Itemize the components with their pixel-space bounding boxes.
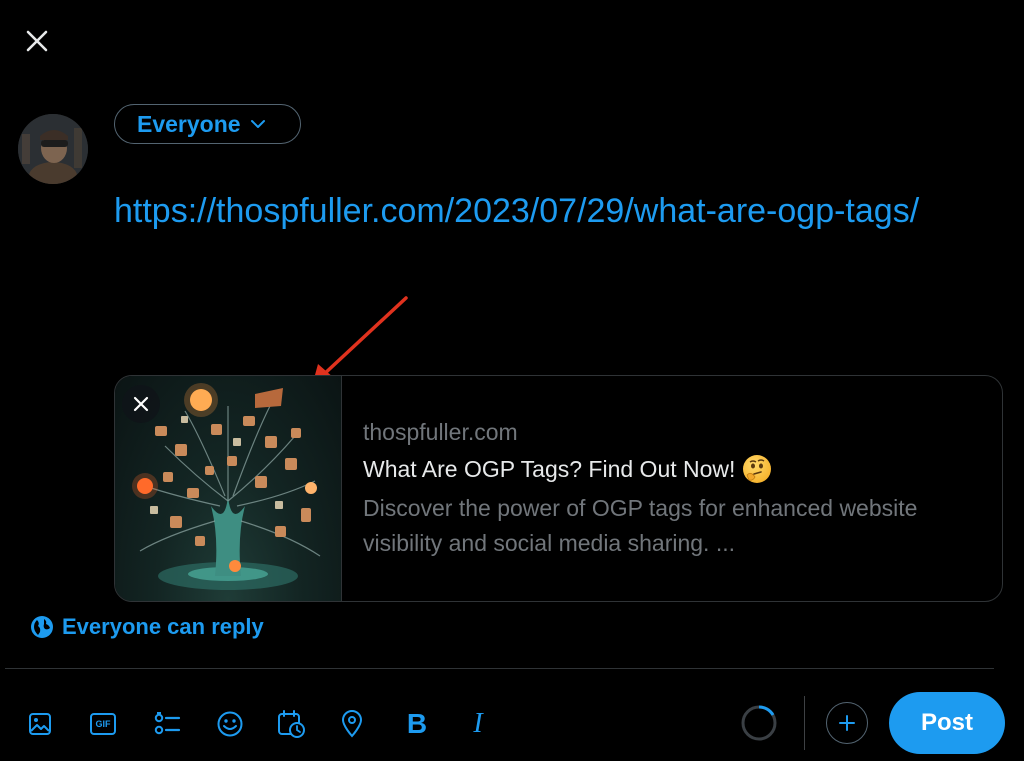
card-thumbnail (115, 376, 342, 601)
card-description: Discover the power of OGP tags for enhan… (363, 495, 918, 556)
schedule-button[interactable] (271, 704, 311, 744)
toolbar-separator (804, 696, 805, 750)
location-icon (341, 710, 363, 738)
chevron-down-icon (250, 120, 265, 128)
thinking-face-icon (743, 455, 772, 483)
schedule-icon (278, 710, 305, 738)
card-title: What Are OGP Tags? Find Out Now! (363, 455, 736, 482)
link-preview-card[interactable]: thospfuller.com What Are OGP Tags? Find … (114, 375, 1003, 602)
media-button[interactable] (20, 704, 60, 744)
compose-textarea[interactable]: https://thospfuller.com/2023/07/29/what-… (114, 190, 974, 233)
card-title-row: What Are OGP Tags? Find Out Now! (363, 455, 933, 483)
character-counter (740, 704, 778, 742)
audience-label: Everyone (137, 110, 241, 137)
poll-button[interactable] (147, 704, 187, 744)
remove-card-button[interactable] (122, 385, 160, 423)
reply-setting-button[interactable]: Everyone can reply (30, 614, 264, 640)
close-icon (26, 30, 48, 52)
close-button[interactable] (18, 22, 56, 60)
bold-icon: B (406, 708, 428, 739)
poll-icon (154, 712, 181, 735)
gif-button[interactable]: GIF (83, 704, 123, 744)
add-post-button[interactable] (826, 702, 868, 744)
bold-button[interactable]: B (397, 704, 437, 744)
avatar-image (18, 114, 88, 184)
post-button[interactable]: Post (889, 692, 1005, 754)
close-icon (133, 396, 149, 412)
italic-button[interactable]: I (458, 704, 498, 744)
emoji-button[interactable] (210, 704, 250, 744)
card-text: thospfuller.com What Are OGP Tags? Find … (342, 376, 933, 601)
emoji-icon (217, 711, 243, 737)
card-domain: thospfuller.com (363, 419, 518, 445)
progress-ring-icon (741, 705, 777, 741)
image-icon (29, 713, 51, 735)
avatar[interactable] (18, 114, 88, 184)
location-button[interactable] (332, 704, 372, 744)
divider (5, 668, 994, 669)
gif-label: GIF (95, 719, 111, 729)
globe-icon (31, 616, 53, 638)
italic-icon: I (473, 708, 483, 739)
plus-icon (839, 715, 855, 731)
audience-selector[interactable]: Everyone (114, 104, 301, 144)
reply-setting-label: Everyone can reply (62, 614, 264, 639)
